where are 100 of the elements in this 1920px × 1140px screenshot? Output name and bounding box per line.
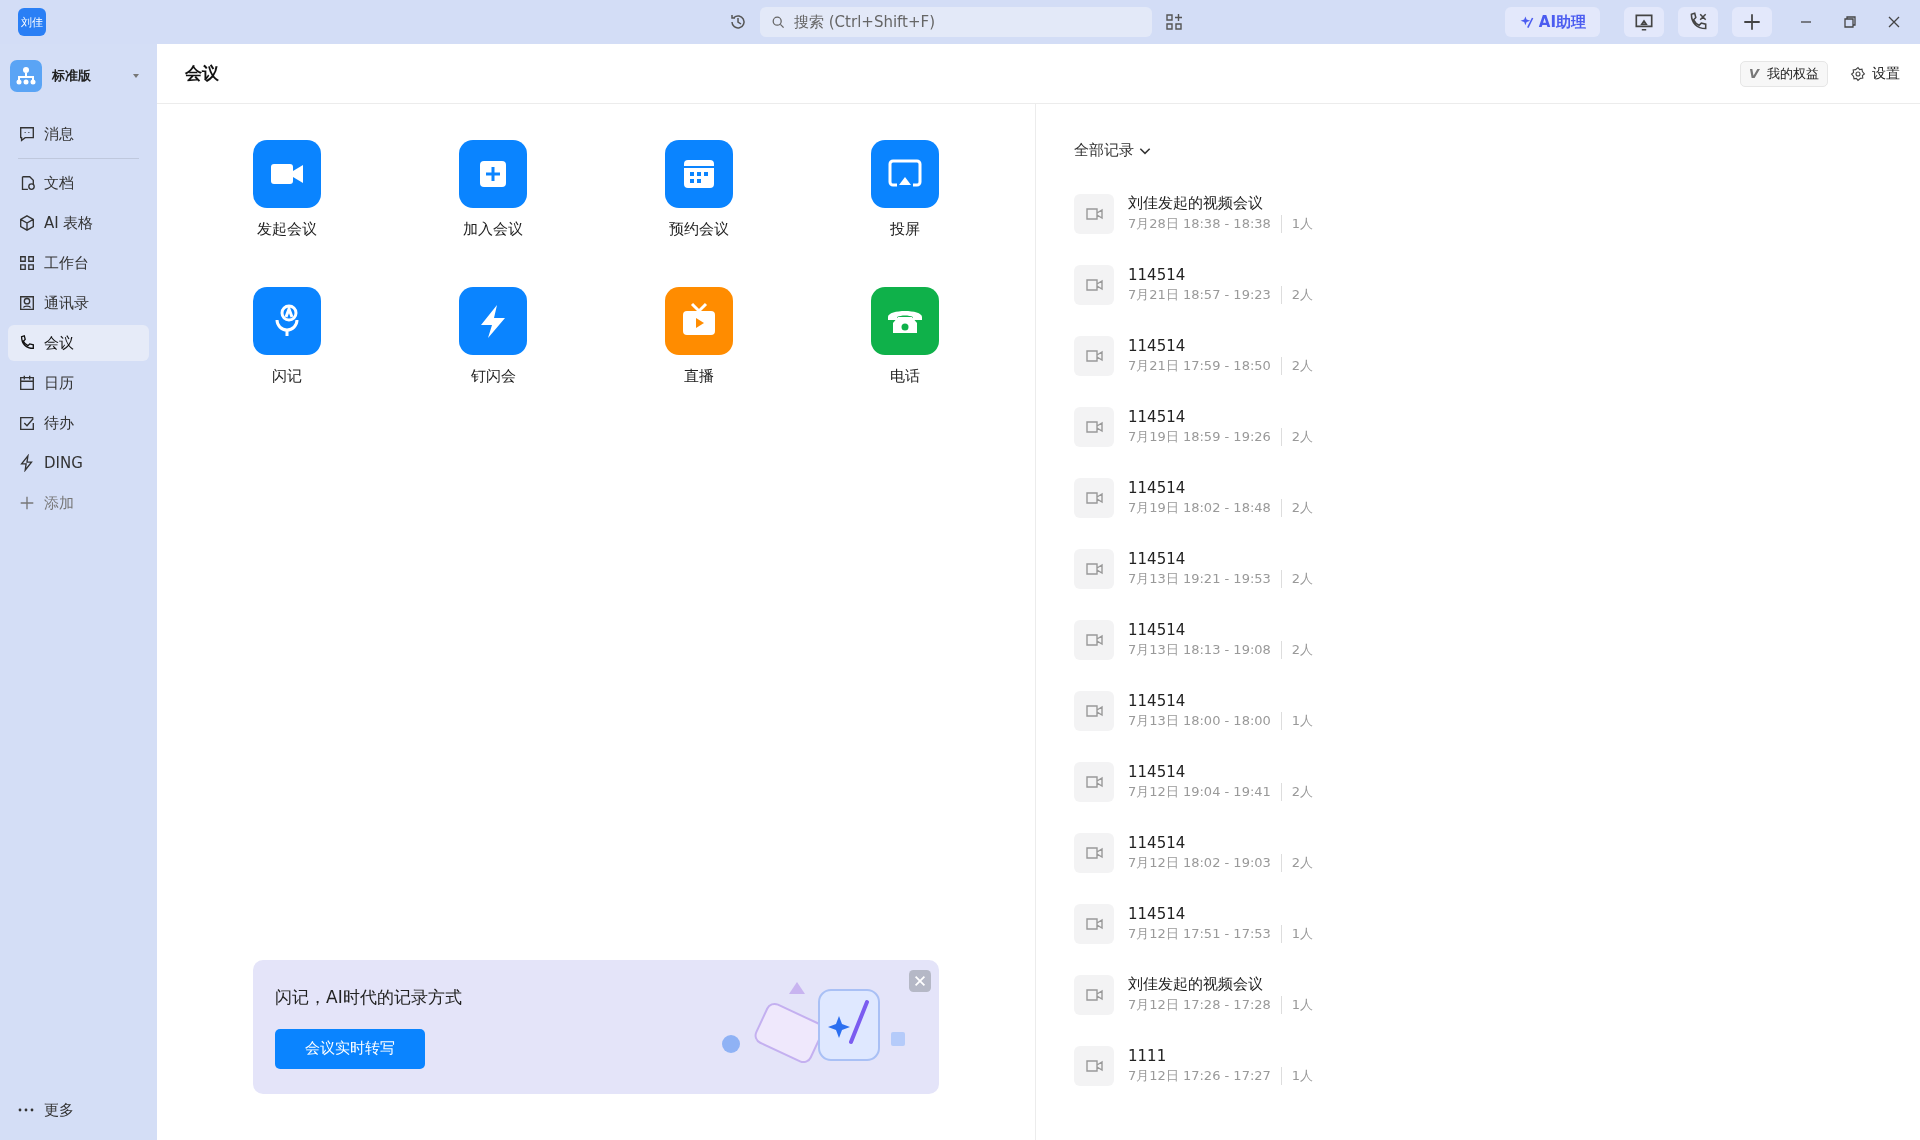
tv-icon[interactable]	[665, 287, 733, 355]
record-filter-dropdown[interactable]: 全部记录	[1074, 141, 1152, 160]
plus-icon[interactable]	[1732, 7, 1772, 37]
record-title[interactable]: 114514	[1128, 762, 1314, 781]
record-title[interactable]: 刘佳发起的视频会议	[1128, 194, 1314, 213]
record-title[interactable]: 114514	[1128, 691, 1314, 710]
page-title: 会议	[185, 62, 219, 85]
plus-icon	[18, 494, 36, 512]
transcribe-button[interactable]: 会议实时转写	[275, 1028, 425, 1069]
video-camera-icon	[1074, 761, 1114, 802]
telephone-icon[interactable]	[871, 287, 939, 355]
search-field[interactable]: 搜索 (Ctrl+Shift+F)	[760, 7, 1152, 37]
record-title[interactable]: 114514	[1128, 336, 1314, 355]
cube-icon	[18, 214, 36, 232]
record-title[interactable]: 1111	[1128, 1046, 1314, 1065]
record-title[interactable]: 114514	[1128, 407, 1314, 426]
action-label[interactable]: 发起会议	[257, 220, 317, 239]
record-participants: 2人	[1290, 782, 1314, 801]
record-time: 7月12日 17:51 - 17:53	[1128, 924, 1282, 943]
record-participants: 2人	[1290, 498, 1314, 517]
sidebar-item[interactable]: 会议	[8, 325, 149, 361]
record-title[interactable]: 114514	[1128, 265, 1314, 284]
record-time: 7月12日 17:26 - 17:27	[1128, 1066, 1282, 1085]
record-time: 7月28日 18:38 - 18:38	[1128, 215, 1282, 233]
record-time: 7月13日 18:13 - 19:08	[1128, 640, 1282, 659]
video-camera-icon	[1074, 548, 1114, 589]
record-time: 7月12日 17:28 - 17:28	[1128, 996, 1282, 1014]
video-camera-icon	[1074, 264, 1114, 305]
sparkle-icon	[1518, 14, 1535, 30]
phone-icon	[18, 334, 36, 352]
video-camera-icon	[1074, 406, 1114, 447]
org-chart-icon	[10, 60, 42, 92]
app-logo[interactable]: 刘佳	[18, 8, 46, 36]
chat-bubble-icon	[18, 125, 36, 143]
banner-text: 闪记，AI时代的记录方式	[275, 985, 462, 1009]
action-label[interactable]: 加入会议	[463, 220, 523, 239]
record-participants: 1人	[1290, 1066, 1314, 1085]
sidebar-item[interactable]: DING	[8, 445, 149, 481]
record-title[interactable]: 114514	[1128, 478, 1314, 497]
video-camera-icon[interactable]	[253, 140, 321, 208]
record-participants: 2人	[1290, 285, 1314, 304]
action-label[interactable]: 钉闪会	[470, 367, 516, 386]
record-participants: 2人	[1290, 640, 1314, 659]
record-time: 7月19日 18:59 - 19:26	[1128, 427, 1282, 446]
action-label[interactable]: 预约会议	[669, 220, 729, 239]
action-label[interactable]: 直播	[684, 367, 714, 386]
record-time: 7月13日 18:00 - 18:00	[1128, 711, 1282, 730]
grid-icon	[18, 254, 36, 272]
record-title[interactable]: 114514	[1128, 620, 1314, 639]
sidebar-item[interactable]: 工作台	[8, 245, 149, 281]
video-camera-icon	[1074, 1045, 1114, 1086]
contact-card-icon	[18, 294, 36, 312]
microphone-icon[interactable]	[253, 287, 321, 355]
video-camera-icon	[1074, 477, 1114, 518]
video-camera-icon	[1074, 335, 1114, 376]
phone-icon[interactable]	[1678, 7, 1718, 37]
sidebar-item[interactable]: 日历	[8, 365, 149, 401]
lightning-icon[interactable]	[459, 287, 527, 355]
video-camera-icon	[1074, 974, 1114, 1015]
record-title[interactable]: 114514	[1128, 549, 1314, 568]
record-title[interactable]: 114514	[1128, 904, 1314, 923]
sidebar-item[interactable]: 通讯录	[8, 285, 149, 321]
record-time: 7月12日 18:02 - 19:03	[1128, 853, 1282, 872]
record-participants: 1人	[1290, 215, 1314, 233]
record-time: 7月12日 19:04 - 19:41	[1128, 782, 1282, 801]
history-icon[interactable]	[728, 12, 748, 32]
record-participants: 1人	[1290, 924, 1314, 943]
record-title[interactable]: 114514	[1128, 833, 1314, 852]
video-camera-icon	[1074, 832, 1114, 873]
ai-assistant-button[interactable]: AI助理	[1504, 7, 1600, 37]
settings-icon	[1850, 65, 1866, 82]
sidebar-item[interactable]: AI 表格	[8, 205, 149, 241]
screen-cast-icon[interactable]	[871, 140, 939, 208]
apps-grid-icon[interactable]	[1164, 12, 1184, 32]
benefits-button[interactable]: V 我的权益	[1739, 60, 1828, 87]
settings-button[interactable]: 设置	[1850, 64, 1900, 83]
lightning-icon	[18, 454, 36, 472]
monitor-icon[interactable]	[1624, 7, 1664, 37]
record-time: 7月19日 18:02 - 18:48	[1128, 498, 1282, 517]
action-label[interactable]: 闪记	[272, 367, 302, 386]
record-participants: 2人	[1290, 427, 1314, 446]
record-participants: 1人	[1290, 711, 1314, 730]
action-label[interactable]: 投屏	[890, 220, 920, 239]
sidebar-item[interactable]: 待办	[8, 405, 149, 441]
record-time: 7月13日 19:21 - 19:53	[1128, 569, 1282, 588]
video-camera-icon	[1074, 193, 1114, 234]
org-name[interactable]: 标准版	[52, 67, 91, 85]
sidebar-item[interactable]: 文档	[8, 165, 149, 201]
video-camera-icon	[1074, 619, 1114, 660]
calendar-icon[interactable]	[665, 140, 733, 208]
sidebar-item[interactable]: 消息	[8, 116, 149, 152]
record-time: 7月21日 18:57 - 19:23	[1128, 285, 1282, 304]
record-time: 7月21日 17:59 - 18:50	[1128, 356, 1282, 375]
more-button[interactable]: 更多	[8, 1092, 149, 1128]
record-title[interactable]: 刘佳发起的视频会议	[1128, 975, 1314, 994]
plus-square-icon[interactable]	[459, 140, 527, 208]
record-participants: 1人	[1290, 996, 1314, 1014]
checkbox-icon	[18, 414, 36, 432]
action-label[interactable]: 电话	[890, 367, 920, 386]
video-camera-icon	[1074, 903, 1114, 944]
